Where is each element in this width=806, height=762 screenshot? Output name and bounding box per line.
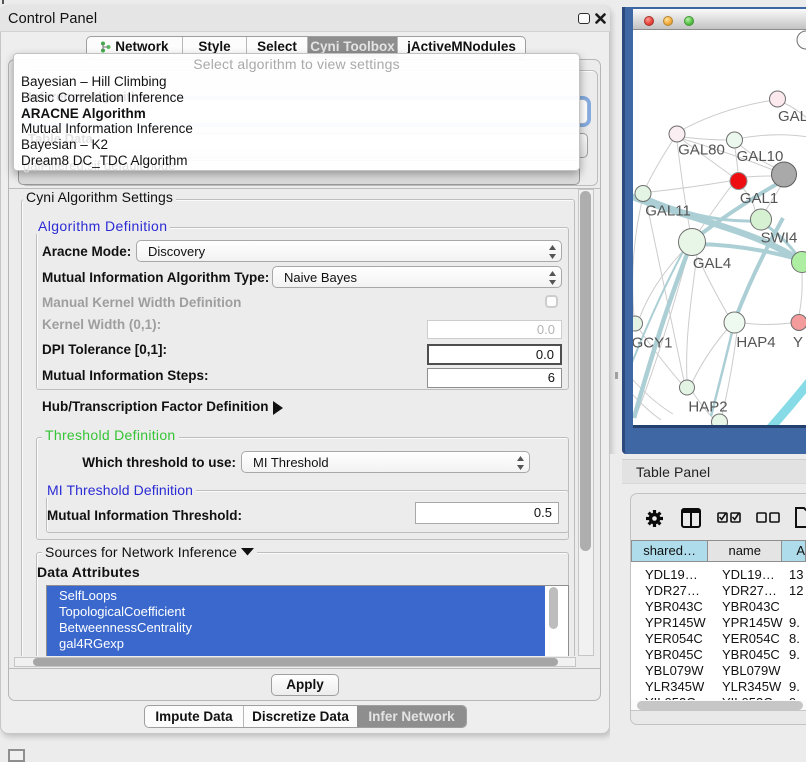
svg-text:SWI4: SWI4 bbox=[761, 230, 798, 247]
svg-text:GAL10: GAL10 bbox=[737, 148, 784, 165]
svg-text:HAP2: HAP2 bbox=[688, 399, 727, 416]
svg-text:GAL4: GAL4 bbox=[693, 255, 731, 272]
svg-text:GAL11: GAL11 bbox=[645, 203, 691, 220]
svg-text:GAL80: GAL80 bbox=[678, 142, 725, 159]
svg-text:GAL: GAL bbox=[778, 108, 806, 125]
svg-text:GAL1: GAL1 bbox=[740, 190, 778, 207]
svg-text:GCY1: GCY1 bbox=[633, 335, 672, 352]
svg-text:HAP4: HAP4 bbox=[736, 334, 775, 351]
svg-text:Y: Y bbox=[793, 334, 803, 351]
